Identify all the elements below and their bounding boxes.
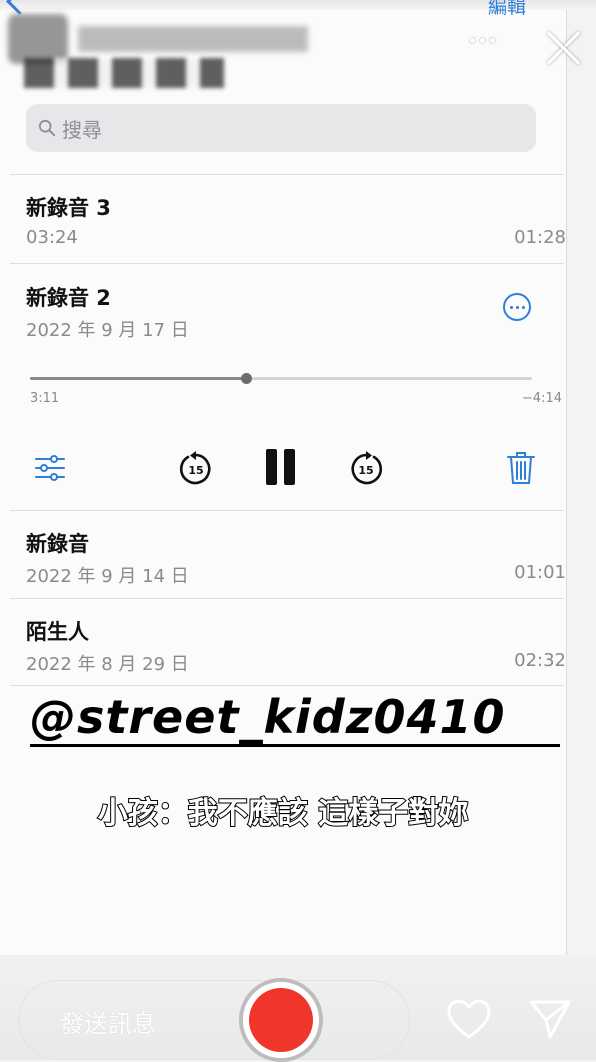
send-icon[interactable] [528,998,572,1040]
trash-icon[interactable] [506,450,536,486]
playback-scrubber[interactable] [30,373,532,384]
scrubber-progress [30,377,246,380]
pause-button[interactable] [266,449,296,487]
divider [10,510,564,511]
recording-date: 2022 年 9 月 14 日 [26,566,189,587]
watermark-underline [30,744,560,747]
divider [10,263,564,264]
remaining-time: −4:14 [521,391,562,406]
heart-icon[interactable] [446,998,492,1040]
recording-date: 03:24 [26,227,78,248]
close-icon[interactable] [544,28,584,68]
divider [10,685,564,686]
recording-duration: 01:01 [514,562,566,583]
recording-title: 新錄音 [26,532,89,556]
pause-bar [284,449,295,485]
scrubber-handle[interactable] [240,373,252,384]
svg-text:15: 15 [188,464,203,477]
search-icon [38,119,56,137]
skip-forward-15-icon[interactable]: 15 [348,451,384,487]
username-blur [78,26,308,52]
caption-subtitle: 小孩：我不應該 這樣子對妳 [97,795,469,832]
recording-duration: 02:32 [514,650,566,671]
recording-date: 2022 年 8 月 29 日 [26,654,189,675]
page-title [24,58,224,88]
svg-text:15: 15 [358,464,373,477]
avatar [8,14,68,64]
recording-title: 陌生人 [26,620,89,644]
more-options-icon[interactable] [470,38,495,43]
pause-bar [266,449,277,485]
edit-button[interactable]: 編輯 [488,0,526,19]
message-placeholder: 發送訊息 [60,1010,156,1038]
recording-title: 新錄音 3 [26,196,111,220]
record-dot-icon [249,988,313,1052]
skip-back-15-icon[interactable]: 15 [178,451,214,487]
search-input[interactable]: 搜尋 [26,104,536,152]
watermark-handle: @street_kidz0410 [30,690,506,744]
divider [10,598,564,599]
options-sliders-icon[interactable] [34,454,66,482]
elapsed-time: 3:11 [30,391,60,406]
divider [10,174,564,175]
recording-duration: 01:28 [514,227,566,248]
recording-date: 2022 年 9 月 17 日 [26,320,189,341]
recording-title: 新錄音 2 [26,286,111,310]
record-button[interactable] [239,978,323,1062]
search-placeholder: 搜尋 [62,117,102,142]
ellipsis-circle-icon[interactable] [503,293,531,321]
